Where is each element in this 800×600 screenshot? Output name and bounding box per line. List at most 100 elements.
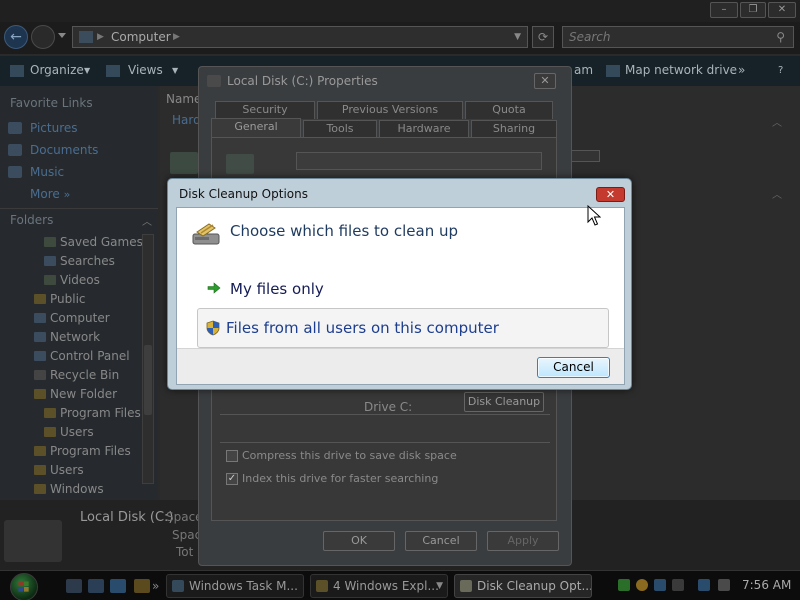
address-field[interactable]: ▶ Computer ▶ ▼ <box>72 26 528 48</box>
folder-public[interactable]: Public <box>34 292 86 306</box>
tray-app-icon-2[interactable] <box>672 579 684 591</box>
search-input[interactable]: Search ⚲ <box>562 26 794 48</box>
collapse-icon[interactable]: ︿ <box>142 213 152 228</box>
recycle-bin-icon <box>34 370 46 380</box>
task-windows-explorer-group[interactable]: 4 Windows Expl... ▼ <box>310 574 448 598</box>
folder-control-panel[interactable]: Control Panel <box>34 349 130 363</box>
details-drive-name: Local Disk (C:) <box>80 510 174 525</box>
control-panel-icon <box>34 351 46 361</box>
search-icon[interactable]: ⚲ <box>776 27 785 47</box>
folder-users[interactable]: Users <box>34 463 84 477</box>
folders-scrollbar[interactable] <box>142 234 154 484</box>
uac-shield-icon <box>206 320 220 336</box>
compress-checkbox[interactable] <box>226 450 238 462</box>
collapse-icon[interactable]: ︿ <box>772 186 782 201</box>
tab-tools[interactable]: Tools <box>303 120 377 138</box>
favorite-documents[interactable]: Documents <box>8 143 98 157</box>
folder-icon <box>44 408 56 418</box>
organize-button[interactable]: Organize <box>30 63 84 77</box>
close-button[interactable]: ✕ <box>596 187 625 202</box>
tab-sharing[interactable]: Sharing <box>471 120 557 138</box>
maximize-button[interactable]: ❐ <box>740 2 766 18</box>
help-icon[interactable]: ? <box>778 65 783 76</box>
media-player-icon[interactable] <box>134 579 150 593</box>
disk-cleanup-button[interactable]: Disk Cleanup <box>464 392 544 412</box>
taskbar: » Windows Task M... 4 Windows Expl... ▼ … <box>0 570 800 600</box>
folder-videos[interactable]: Videos <box>44 273 100 287</box>
tray-network-icon[interactable] <box>618 579 630 591</box>
drive-icon <box>207 75 221 87</box>
quick-launch-more[interactable]: » <box>152 579 159 593</box>
collapse-icon[interactable]: ︿ <box>772 114 782 129</box>
ok-button[interactable]: OK <box>323 531 395 551</box>
views-icon <box>106 65 120 77</box>
tray-security-icon[interactable] <box>636 579 648 591</box>
details-total-label: Tot <box>176 545 194 559</box>
drive-icon[interactable] <box>170 152 198 174</box>
green-arrow-icon <box>207 282 221 294</box>
task-windows-task-manager[interactable]: Windows Task M... <box>166 574 304 598</box>
folder-program-files-sub[interactable]: Program Files <box>44 406 141 420</box>
scrollbar-thumb[interactable] <box>144 345 152 415</box>
switch-windows-icon[interactable] <box>88 579 104 593</box>
folder-new-folder[interactable]: New Folder <box>34 387 117 401</box>
computer-icon <box>34 313 46 323</box>
folder-computer[interactable]: Computer <box>34 311 110 325</box>
task-disk-cleanup[interactable]: Disk Cleanup Opt... <box>454 574 592 598</box>
folders-header-row[interactable]: Folders ︿ <box>0 208 158 228</box>
map-network-drive-button[interactable]: Map network drive <box>625 63 737 77</box>
folder-saved-games[interactable]: Saved Games <box>44 235 143 249</box>
favorite-more[interactable]: More » <box>30 187 70 201</box>
organize-icon <box>10 65 24 77</box>
back-button[interactable]: ← <box>4 25 28 49</box>
my-files-only-option[interactable]: My files only <box>197 270 609 310</box>
tray-app-icon[interactable] <box>654 579 666 591</box>
close-button[interactable]: ✕ <box>768 2 796 18</box>
clock[interactable]: 7:56 AM <box>742 578 791 592</box>
tab-previous-versions[interactable]: Previous Versions <box>317 101 463 119</box>
drive-usage-bar <box>570 150 600 162</box>
folder-network[interactable]: Network <box>34 330 100 344</box>
properties-cancel-button[interactable]: Cancel <box>405 531 477 551</box>
internet-explorer-icon[interactable] <box>110 579 126 593</box>
tab-general[interactable]: General <box>211 118 301 138</box>
folder-icon <box>34 294 46 304</box>
folder-program-files[interactable]: Program Files <box>34 444 131 458</box>
show-desktop-icon[interactable] <box>66 579 82 593</box>
tab-hardware[interactable]: Hardware <box>379 120 469 138</box>
tray-network-status-icon[interactable] <box>698 579 710 591</box>
folder-windows[interactable]: Windows <box>34 482 104 496</box>
cancel-button[interactable]: Cancel <box>537 357 610 378</box>
folder-searches[interactable]: Searches <box>44 254 115 268</box>
properties-close-button[interactable]: ✕ <box>534 73 556 89</box>
group-header-hard-drives[interactable]: Hard <box>172 113 201 127</box>
volume-icon[interactable] <box>718 579 730 591</box>
all-users-files-option[interactable]: Files from all users on this computer <box>197 308 609 348</box>
drive-name-field[interactable] <box>296 152 542 170</box>
recent-pages-icon[interactable] <box>58 33 66 38</box>
dropdown-icon[interactable]: ▼ <box>514 27 521 47</box>
refresh-button[interactable]: ⟳ <box>532 26 554 48</box>
tab-security[interactable]: Security <box>215 101 315 119</box>
more-commands-button[interactable]: » <box>738 63 745 77</box>
drive-icon <box>226 154 254 174</box>
folder-icon <box>34 446 46 456</box>
navigation-pane: Favorite Links Pictures Documents Music … <box>0 86 158 500</box>
compress-label: Compress this drive to save disk space <box>242 449 457 462</box>
chevron-down-icon: ▼ <box>84 66 91 75</box>
start-button[interactable] <box>10 573 38 600</box>
pictures-icon <box>8 122 22 134</box>
index-checkbox[interactable]: ✓ <box>226 473 238 485</box>
forward-button[interactable] <box>31 25 55 49</box>
tab-quota[interactable]: Quota <box>465 101 553 119</box>
folder-users-sub[interactable]: Users <box>44 425 94 439</box>
name-column-header[interactable]: Name <box>166 92 201 106</box>
videos-icon <box>44 275 56 285</box>
views-button[interactable]: Views <box>128 63 163 77</box>
minimize-button[interactable]: – <box>710 2 738 18</box>
apply-button[interactable]: Apply <box>487 531 559 551</box>
folder-recycle-bin[interactable]: Recycle Bin <box>34 368 119 382</box>
divider <box>220 414 550 415</box>
favorite-pictures[interactable]: Pictures <box>8 121 78 135</box>
favorite-music[interactable]: Music <box>8 165 64 179</box>
